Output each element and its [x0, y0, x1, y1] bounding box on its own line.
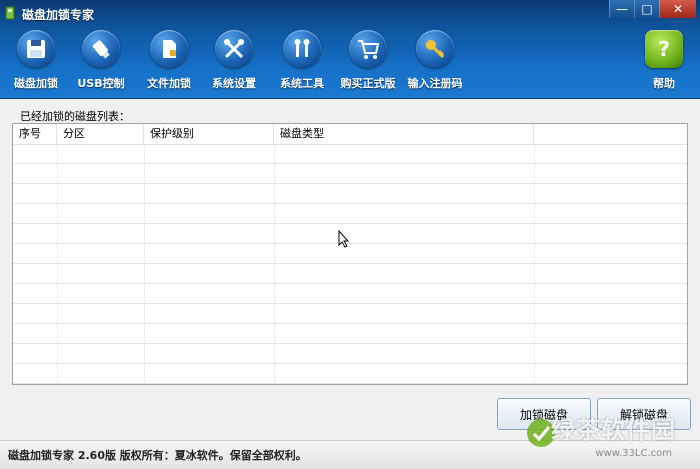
wrench-icon — [283, 30, 321, 68]
key-icon — [416, 30, 454, 68]
usb-drive-icon — [82, 30, 120, 68]
lock-disk-button[interactable]: 加锁磁盘 — [497, 398, 591, 430]
tool-disk-lock[interactable]: 磁盘加锁 — [0, 30, 72, 96]
close-button[interactable]: ✕ — [659, 0, 696, 18]
maximize-button[interactable]: □ — [634, 0, 659, 18]
list-caption: 已经加锁的磁盘列表： — [20, 110, 130, 123]
status-text: 磁盘加锁专家 2.60版 版权所有：夏冰软件。保留全部权利。 — [8, 449, 307, 462]
status-bar: 磁盘加锁专家 2.60版 版权所有：夏冰软件。保留全部权利。 — [0, 440, 700, 469]
tool-label: USB控制 — [77, 77, 125, 90]
column-header-partition[interactable]: 分区 — [57, 124, 144, 144]
column-header-protection-level[interactable]: 保护级别 — [144, 124, 274, 144]
shopping-cart-icon — [349, 30, 387, 68]
tool-label: 帮助 — [653, 77, 675, 90]
tool-label: 磁盘加锁 — [14, 77, 58, 90]
tool-file-lock[interactable]: 文件加锁 — [133, 30, 205, 96]
tool-system-tools[interactable]: 系统工具 — [266, 30, 338, 96]
unlock-disk-button[interactable]: 解锁磁盘 — [597, 398, 691, 430]
mouse-cursor-icon — [338, 230, 350, 248]
window-controls: — □ ✕ — [609, 0, 696, 18]
column-header-empty — [534, 124, 687, 144]
tool-label: 系统设置 — [212, 77, 256, 90]
document-icon — [150, 30, 188, 68]
minimize-button[interactable]: — — [609, 0, 634, 18]
app-window: 磁盘加锁专家 — □ ✕ 磁盘加锁 USB控制 文件加锁 系统设置 系统工具 购… — [0, 0, 700, 469]
tool-enter-license[interactable]: 输入注册码 — [399, 30, 471, 96]
app-logo-icon — [5, 6, 15, 20]
title-and-toolbar: 磁盘加锁专家 — □ ✕ 磁盘加锁 USB控制 文件加锁 系统设置 系统工具 购… — [0, 0, 700, 99]
help-icon: ? — [645, 30, 683, 68]
tool-label: 系统工具 — [280, 77, 324, 90]
tool-label: 购买正式版 — [340, 77, 396, 90]
tool-usb-control[interactable]: USB控制 — [65, 30, 137, 96]
locked-disk-list[interactable]: 序号 分区 保护级别 磁盘类型 — [12, 123, 688, 385]
tool-system-settings[interactable]: 系统设置 — [198, 30, 270, 96]
floppy-disk-icon — [17, 30, 55, 68]
toolbar: 磁盘加锁 USB控制 文件加锁 系统设置 系统工具 购买正式版 输入注册码 ? … — [0, 30, 700, 96]
tool-help[interactable]: ? 帮助 — [628, 30, 700, 96]
window-title: 磁盘加锁专家 — [22, 8, 95, 22]
list-header: 序号 分区 保护级别 磁盘类型 — [13, 124, 687, 145]
column-header-index[interactable]: 序号 — [13, 124, 57, 144]
tool-buy-full-version[interactable]: 购买正式版 — [332, 30, 404, 96]
column-header-disk-type[interactable]: 磁盘类型 — [274, 124, 534, 144]
tool-label: 输入注册码 — [407, 77, 463, 90]
tools-icon — [215, 30, 253, 68]
tool-label: 文件加锁 — [147, 77, 191, 90]
